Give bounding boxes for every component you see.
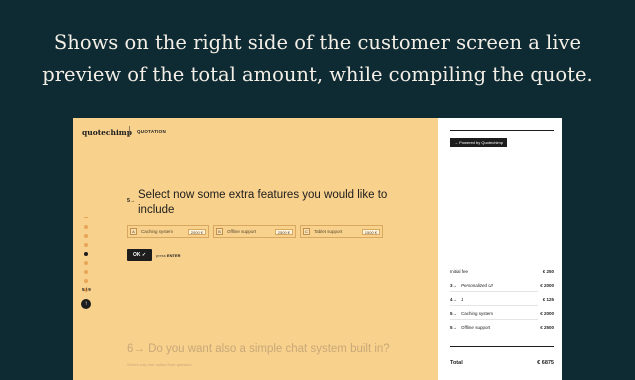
- item-step: 3→: [450, 283, 458, 288]
- enter-key-label: ENTER: [166, 253, 181, 258]
- summary-top-rule: [450, 130, 554, 131]
- question-title: Select now some extra features you would…: [138, 189, 388, 216]
- summary-item: 5→ Caching system € 2000: [450, 311, 554, 316]
- initial-fee-label: Initial fee: [450, 269, 469, 274]
- live-quote-summary: → Powered by Quotechimp Initial fee € 25…: [438, 118, 562, 380]
- progress-dot: [84, 243, 88, 247]
- option-caching-system[interactable]: A Caching system 2000 €: [127, 225, 209, 238]
- app-screenshot: quotechimp QUOTATION 5 / 9 ↑ 5→ Select n…: [73, 118, 562, 380]
- item-amount: € 2000: [540, 283, 554, 288]
- option-offline-support[interactable]: B Offline support 2500 €: [213, 225, 296, 238]
- press-enter-hint: press ENTER: [156, 253, 180, 258]
- next-question-subtitle: Select only one option from question: [127, 362, 192, 367]
- section-label: QUOTATION: [137, 129, 167, 134]
- step-counter: 5 / 9: [82, 287, 91, 292]
- arrow-up-icon: ↑: [84, 301, 88, 307]
- option-key: A: [130, 228, 137, 235]
- quote-form-panel: quotechimp QUOTATION 5 / 9 ↑ 5→ Select n…: [73, 118, 438, 380]
- progress-dot-current: [84, 252, 88, 256]
- headline-line-1: Shows on the right side of the customer …: [53, 31, 582, 54]
- next-question-title: 6→ Do you want also a simple chat system…: [127, 343, 390, 355]
- option-label: Offline support: [227, 229, 257, 234]
- powered-by-badge[interactable]: → Powered by Quotechimp: [450, 138, 507, 147]
- previous-step-button[interactable]: ↑: [81, 299, 91, 309]
- brand-divider: [129, 126, 130, 137]
- item-amount: € 125: [542, 297, 554, 302]
- summary-item: 4→ 1 € 125: [450, 297, 554, 302]
- progress-dot: [84, 225, 88, 229]
- question-number: 5→: [127, 198, 136, 204]
- progress-dot: [84, 217, 88, 218]
- option-key: B: [216, 228, 223, 235]
- total-label: Total: [450, 360, 463, 366]
- row-divider: [450, 291, 538, 292]
- item-label: Personalized UI: [461, 283, 493, 288]
- option-price: 2000 €: [187, 228, 206, 235]
- summary-total-rule: [450, 346, 554, 347]
- progress-dot: [84, 270, 88, 274]
- initial-fee-row: Initial fee € 250: [450, 269, 554, 274]
- option-label: Tablet support: [314, 229, 343, 234]
- ok-button[interactable]: OK ✓: [127, 249, 152, 261]
- option-price: 2500 €: [274, 228, 293, 235]
- row-divider: [450, 305, 538, 306]
- item-step: 5→: [450, 311, 458, 316]
- item-label: Offline support: [461, 325, 491, 330]
- option-key: C: [303, 228, 310, 235]
- press-prefix: press: [156, 253, 166, 258]
- option-label: Caching system: [141, 229, 174, 234]
- item-label: 1: [461, 297, 464, 302]
- initial-fee-amount: € 250: [542, 269, 554, 274]
- progress-dot: [84, 279, 88, 283]
- progress-dot: [84, 261, 88, 265]
- row-divider: [450, 319, 538, 320]
- item-step: 5→: [450, 325, 458, 330]
- option-price: 1500 €: [361, 228, 380, 235]
- item-amount: € 2500: [540, 325, 554, 330]
- summary-item: 5→ Offline support € 2500: [450, 325, 554, 330]
- summary-item: 3→ Personalized UI € 2000: [450, 283, 554, 288]
- item-label: Caching system: [461, 311, 494, 316]
- total-amount: € 6875: [537, 360, 554, 366]
- brand-logo[interactable]: quotechimp: [82, 128, 132, 137]
- progress-dot: [84, 234, 88, 238]
- item-step: 4→: [450, 297, 458, 302]
- headline: Shows on the right side of the customer …: [0, 27, 635, 91]
- progress-dots: [83, 217, 89, 297]
- total-row: Total € 6875: [450, 360, 554, 366]
- item-amount: € 2000: [540, 311, 554, 316]
- headline-line-2: preview of the total amount, while compi…: [42, 63, 593, 86]
- option-tablet-support[interactable]: C Tablet support 1500 €: [300, 225, 383, 238]
